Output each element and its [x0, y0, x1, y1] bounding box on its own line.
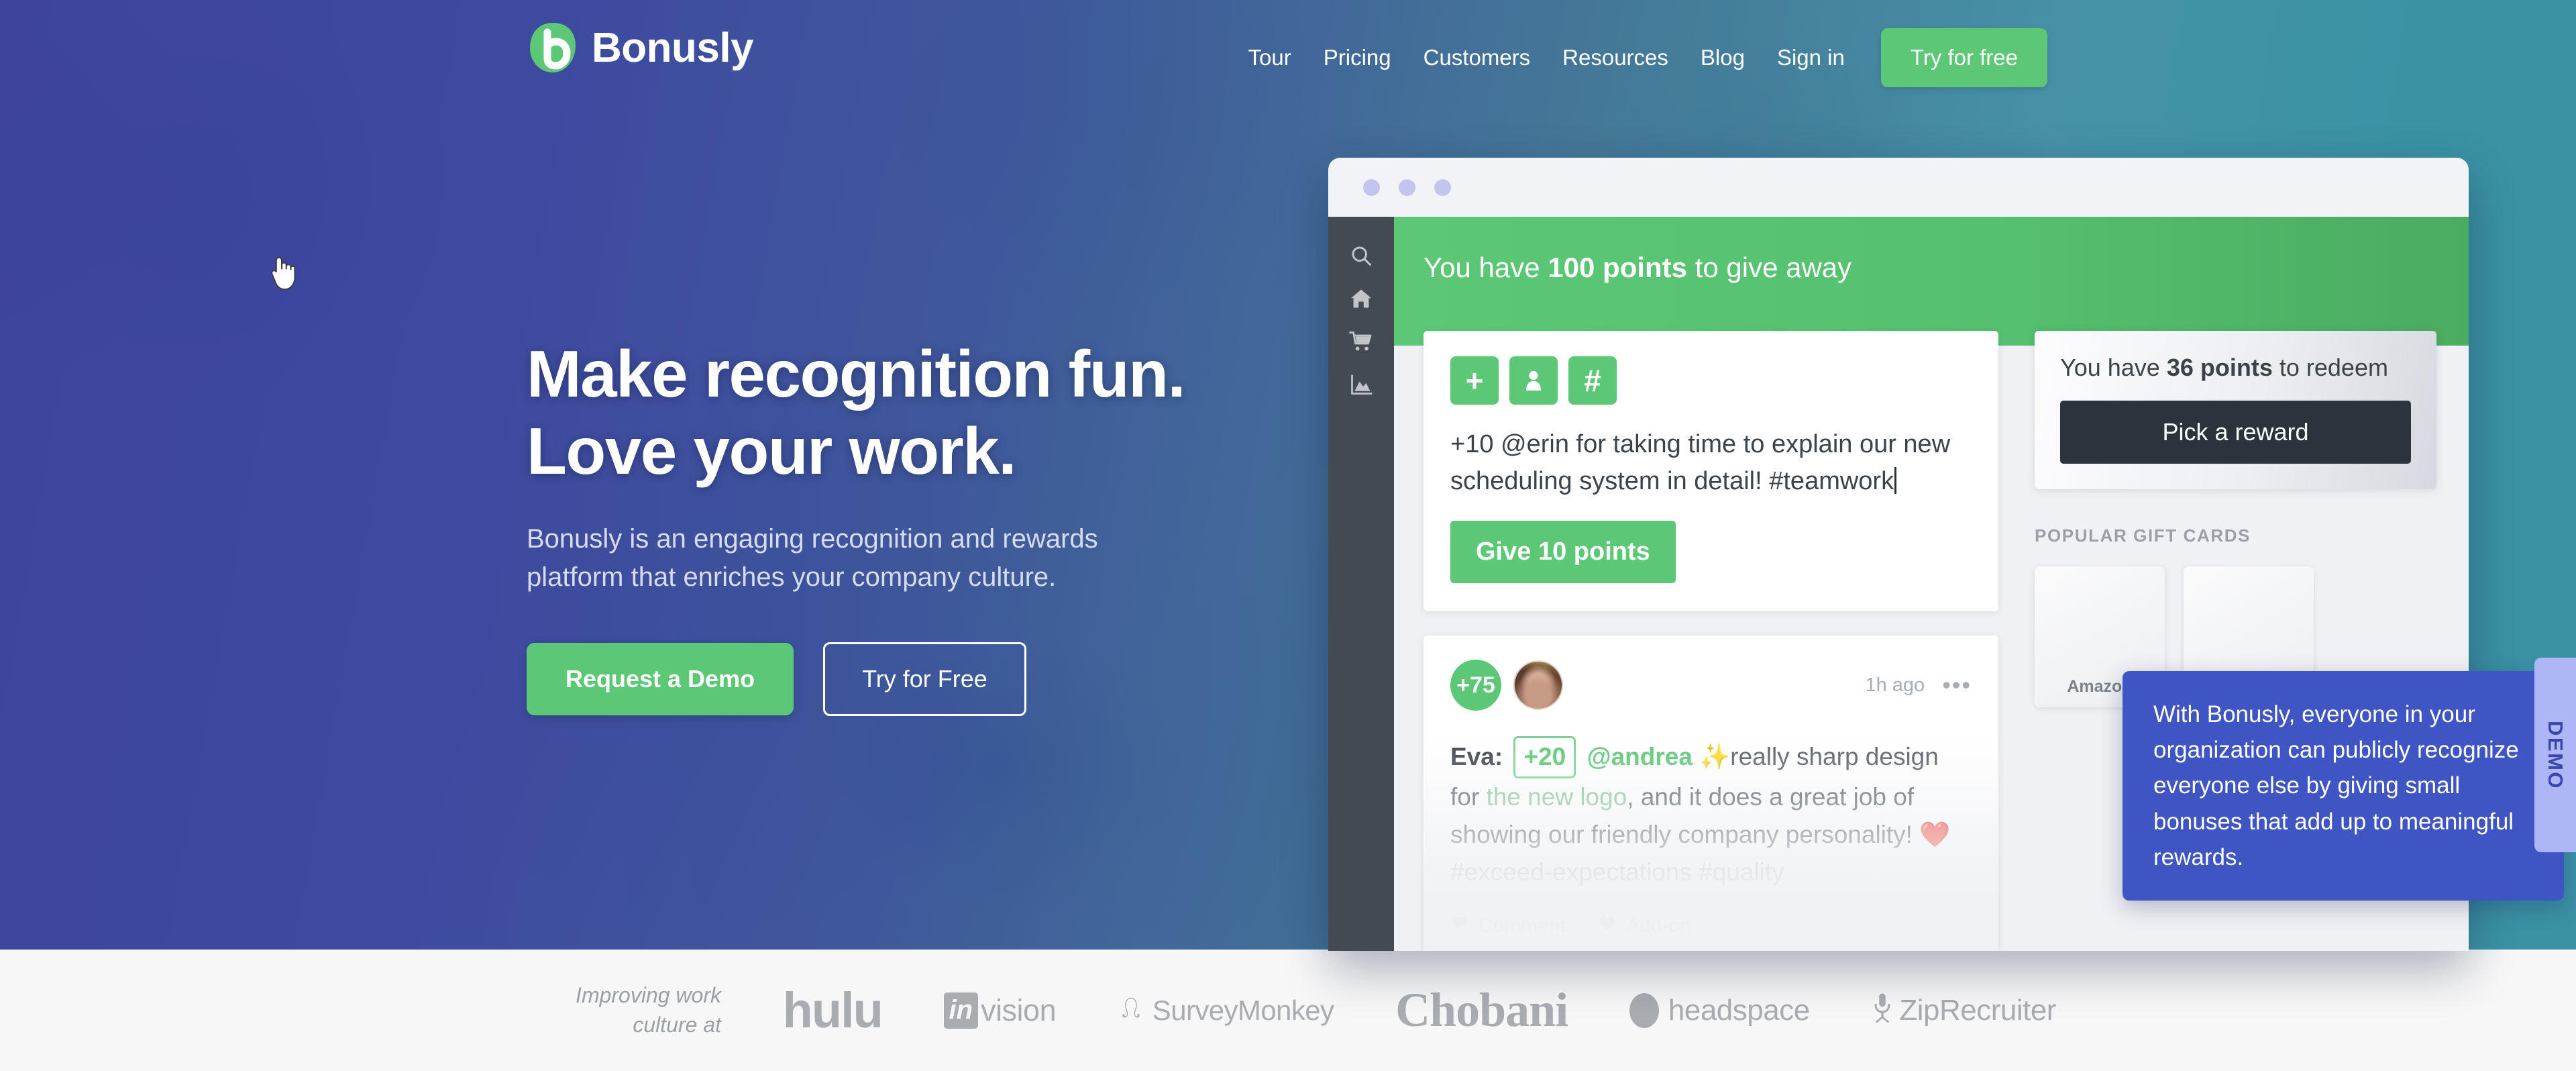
composer-input[interactable]: +10 @erin for taking time to explain our… — [1450, 426, 1972, 499]
post-timestamp: 1h ago — [1865, 674, 1925, 696]
top-navigation: Bonusly Tour Pricing Customers Resources… — [0, 0, 2576, 115]
chrome-dot-icon — [1399, 178, 1415, 196]
comment-label: Comment — [1479, 915, 1566, 937]
invision-wordmark: vision — [981, 992, 1057, 1027]
logo-bar-inner: Improving work culture at hulu in vision… — [520, 981, 2056, 1039]
redeem-card: You have 36 points to redeem Pick a rewa… — [2035, 331, 2436, 489]
post-points-badge: +75 — [1450, 660, 1501, 711]
comment-button[interactable]: Comment — [1450, 914, 1566, 938]
browser-chrome-bar — [1328, 158, 2469, 217]
bonusly-leaf-logo-icon — [529, 21, 577, 74]
post-mention[interactable]: @andrea — [1587, 743, 1692, 770]
page-root: Bonusly Tour Pricing Customers Resources… — [0, 0, 2576, 1071]
request-demo-button[interactable]: Request a Demo — [527, 642, 794, 715]
add-on-button[interactable]: Add-on — [1598, 914, 1691, 938]
post-hashtags[interactable]: #exceed-expectations #quality — [1450, 858, 1784, 886]
tooltip-text: With Bonusly, everyone in your organizat… — [2153, 701, 2519, 870]
nav-links: Tour Pricing Customers Resources Blog Si… — [1232, 0, 2047, 115]
chrome-dot-icon — [1434, 178, 1451, 196]
post-actions: Comment Add-on — [1450, 914, 1972, 938]
comment-icon — [1450, 914, 1469, 938]
post-link[interactable]: the new logo — [1486, 783, 1627, 811]
chobani-wordmark: Chobani — [1395, 983, 1568, 1037]
person-icon[interactable] — [1509, 356, 1558, 405]
headspace-mark-icon — [1629, 992, 1659, 1028]
nav-item-customers[interactable]: Customers — [1407, 45, 1547, 70]
feed-post: +75 1h ago ••• Eva: +20 @andrea ✨really … — [1424, 635, 1998, 951]
hero-heading-line-1: Make recognition fun. — [527, 337, 1186, 411]
logo-headspace: headspace — [1629, 992, 1810, 1028]
caption-line-2: culture at — [633, 1012, 721, 1037]
page-title: Make recognition fun. Love your work. — [527, 336, 1278, 489]
hero-cta-group: Request a Demo Try for Free — [527, 642, 1278, 716]
brand-logo[interactable]: Bonusly — [529, 21, 754, 74]
plus-icon[interactable]: + — [1450, 356, 1499, 405]
ziprecruiter-mic-icon — [1871, 992, 1894, 1028]
ziprecruiter-wordmark: ZipRecruiter — [1899, 993, 2056, 1027]
logo-invision: in vision — [943, 992, 1057, 1029]
redeem-suffix: to redeem — [2272, 354, 2388, 381]
chrome-dot-icon — [1363, 178, 1380, 196]
nav-item-sign-in[interactable]: Sign in — [1761, 45, 1861, 70]
cart-icon[interactable] — [1328, 320, 1394, 363]
logo-ziprecruiter: ZipRecruiter — [1871, 992, 2056, 1028]
logo-chobani: Chobani — [1395, 982, 1568, 1038]
pick-a-reward-button[interactable]: Pick a reward — [2060, 401, 2411, 464]
app-sidebar — [1328, 217, 1394, 951]
give-points-button[interactable]: Give 10 points — [1450, 521, 1676, 584]
text-caret-icon — [1894, 466, 1897, 494]
redeem-text: You have 36 points to redeem — [2060, 354, 2411, 382]
caption-line-1: Improving work — [576, 983, 721, 1008]
try-for-free-button[interactable]: Try for Free — [823, 642, 1026, 716]
feature-tooltip: With Bonusly, everyone in your organizat… — [2123, 671, 2564, 901]
customer-logo-bar: Improving work culture at hulu in vision… — [0, 950, 2576, 1071]
invision-mark-icon: in — [943, 992, 979, 1029]
logo-surveymonkey: SurveyMonkey — [1118, 994, 1334, 1027]
hash-icon[interactable]: # — [1568, 356, 1617, 405]
nav-item-tour[interactable]: Tour — [1232, 45, 1307, 70]
post-meta: 1h ago ••• — [1865, 673, 1972, 697]
avatar — [1513, 660, 1563, 711]
brand-name: Bonusly — [592, 24, 754, 71]
mouse-cursor-icon — [271, 256, 296, 291]
post-amount-badge: +20 — [1513, 736, 1576, 778]
popular-gift-cards-heading: POPULAR GIFT CARDS — [2035, 525, 2251, 546]
heart-icon: ❤️ — [1919, 820, 1951, 848]
demo-tab-label: DEMO — [2544, 720, 2567, 790]
post-header: +75 1h ago ••• — [1450, 660, 1972, 711]
nav-item-resources[interactable]: Resources — [1546, 45, 1684, 70]
chart-icon[interactable] — [1328, 363, 1394, 406]
headspace-wordmark: headspace — [1668, 993, 1810, 1027]
home-icon[interactable] — [1328, 277, 1394, 320]
post-author: Eva: — [1450, 743, 1503, 771]
redeem-points-value: 36 points — [2166, 354, 2273, 381]
heart-icon — [1598, 914, 1617, 938]
hulu-wordmark: hulu — [782, 982, 883, 1038]
ellipsis-icon[interactable]: ••• — [1942, 673, 1972, 697]
sparkle-icon: ✨ — [1699, 743, 1731, 771]
add-on-label: Add-on — [1626, 915, 1691, 937]
composer-value: +10 @erin for taking time to explain our… — [1450, 430, 1951, 495]
search-icon[interactable] — [1328, 234, 1394, 277]
hero-subheading: Bonusly is an engaging recognition and r… — [527, 524, 1098, 593]
logo-hulu: hulu — [782, 982, 883, 1039]
surveymonkey-mark-icon — [1118, 995, 1144, 1025]
app-feed-column: + # +10 @erin for taking time to explain — [1394, 217, 2028, 951]
surveymonkey-wordmark: SurveyMonkey — [1152, 994, 1334, 1026]
composer-icon-buttons: + # — [1450, 356, 1972, 405]
demo-tab-button[interactable]: DEMO — [2534, 658, 2576, 852]
nav-item-blog[interactable]: Blog — [1684, 45, 1761, 70]
nav-try-for-free-button[interactable]: Try for free — [1880, 28, 2047, 87]
hero-heading-line-2: Love your work. — [527, 413, 1017, 488]
nav-item-pricing[interactable]: Pricing — [1307, 45, 1407, 70]
post-body: Eva: +20 @andrea ✨really sharp design fo… — [1450, 736, 1972, 891]
redeem-prefix: You have — [2060, 354, 2167, 381]
give-points-composer: + # +10 @erin for taking time to explain — [1424, 331, 1998, 612]
hero-copy: Make recognition fun. Love your work. Bo… — [527, 336, 1278, 716]
logo-bar-caption: Improving work culture at — [520, 981, 721, 1039]
